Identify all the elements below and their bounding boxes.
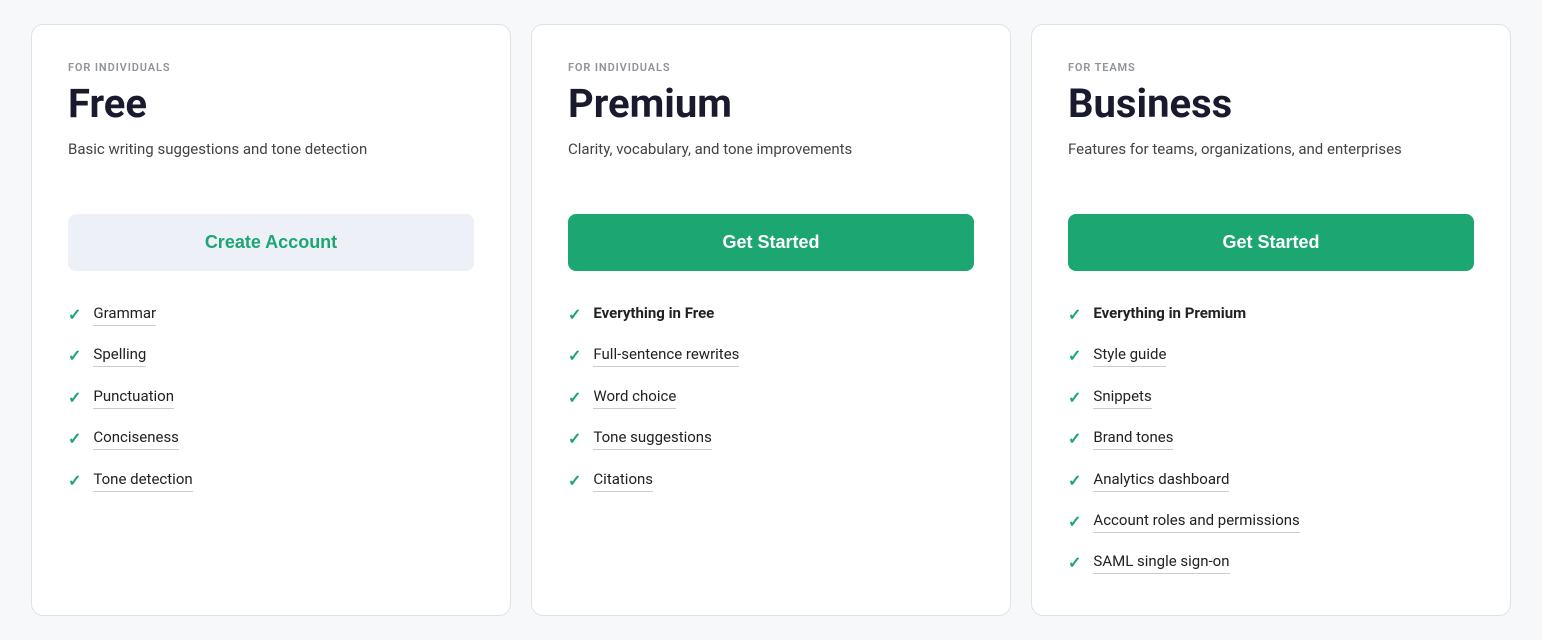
check-icon: ✓: [1068, 511, 1081, 533]
features-list-premium: ✓ Everything in Free ✓ Full-sentence rewrit…: [568, 303, 974, 492]
feature-text-free-0: Grammar: [93, 303, 156, 326]
plan-description-free: Basic writing suggestions and tone detec…: [68, 138, 474, 186]
feature-text-free-4: Tone detection: [93, 469, 192, 492]
list-item: ✓ Tone suggestions: [568, 427, 974, 450]
plan-cta-business[interactable]: Get Started: [1068, 214, 1474, 271]
list-item: ✓ Punctuation: [68, 386, 474, 409]
plan-name-premium: Premium: [568, 82, 974, 126]
list-item: ✓ Citations: [568, 469, 974, 492]
list-item: ✓ Spelling: [68, 344, 474, 367]
check-icon: ✓: [1068, 345, 1081, 367]
list-item: ✓ Word choice: [568, 386, 974, 409]
list-item: ✓ Everything in Premium: [1068, 303, 1474, 326]
feature-text-premium-1: Full-sentence rewrites: [593, 344, 739, 367]
check-icon: ✓: [1068, 552, 1081, 574]
check-icon: ✓: [68, 387, 81, 409]
list-item: ✓ Account roles and permissions: [1068, 510, 1474, 533]
feature-text-premium-4: Citations: [593, 469, 653, 492]
check-icon: ✓: [568, 428, 581, 450]
feature-text-business-0: Everything in Premium: [1093, 303, 1246, 325]
feature-text-business-3: Brand tones: [1093, 427, 1173, 450]
list-item: ✓ Brand tones: [1068, 427, 1474, 450]
check-icon: ✓: [568, 470, 581, 492]
check-icon: ✓: [68, 345, 81, 367]
list-item: ✓ SAML single sign-on: [1068, 551, 1474, 574]
check-icon: ✓: [568, 304, 581, 326]
plan-card-free: FOR INDIVIDUALS Free Basic writing suggest…: [31, 24, 511, 616]
list-item: ✓ Conciseness: [68, 427, 474, 450]
check-icon: ✓: [568, 387, 581, 409]
check-icon: ✓: [1068, 428, 1081, 450]
plan-cta-premium[interactable]: Get Started: [568, 214, 974, 271]
check-icon: ✓: [68, 304, 81, 326]
plan-card-premium: FOR INDIVIDUALS Premium Clarity, vocabular…: [531, 24, 1011, 616]
feature-text-business-1: Style guide: [1093, 344, 1166, 367]
check-icon: ✓: [568, 345, 581, 367]
plan-audience-business: FOR TEAMS: [1068, 61, 1474, 74]
check-icon: ✓: [1068, 387, 1081, 409]
plan-description-business: Features for teams, organizations, and e…: [1068, 138, 1474, 186]
plan-description-premium: Clarity, vocabulary, and tone improvemen…: [568, 138, 974, 186]
feature-text-premium-0: Everything in Free: [593, 303, 714, 325]
list-item: ✓ Grammar: [68, 303, 474, 326]
feature-text-free-1: Spelling: [93, 344, 146, 367]
list-item: ✓ Tone detection: [68, 469, 474, 492]
list-item: ✓ Analytics dashboard: [1068, 469, 1474, 492]
plan-name-business: Business: [1068, 82, 1474, 126]
check-icon: ✓: [68, 470, 81, 492]
feature-text-free-2: Punctuation: [93, 386, 174, 409]
feature-text-business-6: SAML single sign-on: [1093, 551, 1229, 574]
feature-text-premium-2: Word choice: [593, 386, 676, 409]
check-icon: ✓: [1068, 470, 1081, 492]
list-item: ✓ Snippets: [1068, 386, 1474, 409]
check-icon: ✓: [68, 428, 81, 450]
list-item: ✓ Full-sentence rewrites: [568, 344, 974, 367]
plan-cta-free[interactable]: Create Account: [68, 214, 474, 271]
plan-audience-free: FOR INDIVIDUALS: [68, 61, 474, 74]
feature-text-business-2: Snippets: [1093, 386, 1151, 409]
feature-text-business-5: Account roles and permissions: [1093, 510, 1299, 533]
check-icon: ✓: [1068, 304, 1081, 326]
plan-card-business: FOR TEAMS Business Features for teams, org…: [1031, 24, 1511, 616]
features-list-free: ✓ Grammar ✓ Spelling ✓ Punctuation ✓ Concisenes…: [68, 303, 474, 492]
list-item: ✓ Style guide: [1068, 344, 1474, 367]
plans-container: FOR INDIVIDUALS Free Basic writing suggest…: [31, 24, 1511, 616]
plan-audience-premium: FOR INDIVIDUALS: [568, 61, 974, 74]
feature-text-free-3: Conciseness: [93, 427, 179, 450]
list-item: ✓ Everything in Free: [568, 303, 974, 326]
plan-name-free: Free: [68, 82, 474, 126]
feature-text-premium-3: Tone suggestions: [593, 427, 711, 450]
feature-text-business-4: Analytics dashboard: [1093, 469, 1229, 492]
features-list-business: ✓ Everything in Premium ✓ Style guide ✓ Snipp…: [1068, 303, 1474, 575]
